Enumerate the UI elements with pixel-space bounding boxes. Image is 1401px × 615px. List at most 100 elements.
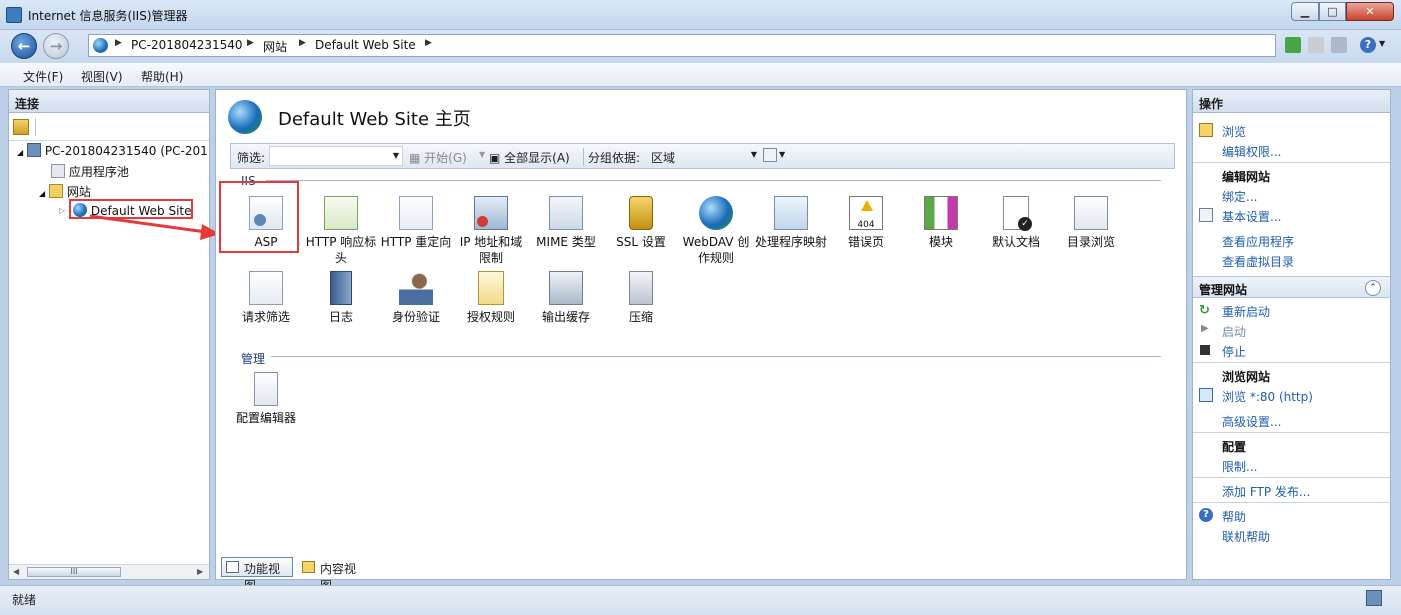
breadcrumb-sites[interactable]: 网站: [263, 38, 287, 55]
filter-input[interactable]: ▼: [269, 146, 403, 166]
action-add-ftp[interactable]: 添加 FTP 发布...: [1222, 483, 1310, 500]
scroll-thumb[interactable]: III: [27, 567, 121, 577]
config-editor-icon: [254, 372, 278, 406]
horizontal-scrollbar[interactable]: ◀ III ▶: [9, 564, 209, 579]
menu-file[interactable]: 文件(F): [23, 68, 63, 85]
action-view-virtual-dirs[interactable]: 查看虚拟目录: [1222, 253, 1294, 270]
chevron-down-icon[interactable]: ▼: [1379, 39, 1385, 48]
iis-app-icon: [6, 7, 22, 23]
close-button[interactable]: ✕: [1346, 2, 1394, 21]
browser-icon: [1199, 388, 1213, 402]
feature-label: MIME 类型: [536, 235, 596, 249]
modules-icon: [924, 196, 958, 230]
action-browse[interactable]: 浏览: [1222, 123, 1246, 140]
tree-item-sites[interactable]: ◢ 网站: [39, 183, 91, 200]
minimize-button[interactable]: ▁: [1291, 2, 1319, 21]
action-advanced-settings[interactable]: 高级设置...: [1222, 413, 1281, 430]
feature-label: SSL 设置: [616, 235, 666, 249]
feature-output-caching[interactable]: 输出缓存: [530, 271, 602, 325]
title-bar: Internet 信息服务(IIS)管理器 ▁ □ ✕: [0, 0, 1401, 30]
status-text: 就绪: [12, 593, 37, 607]
feature-label: WebDAV 创作规则: [682, 235, 750, 265]
network-icon: [1366, 590, 1382, 606]
tab-feature-view[interactable]: 功能视图: [221, 557, 293, 593]
feature-default-document[interactable]: ✓ 默认文档: [980, 196, 1052, 250]
action-basic-settings[interactable]: 基本设置...: [1222, 208, 1281, 225]
menu-help[interactable]: 帮助(H): [141, 68, 183, 85]
start-label: 开始(G): [424, 151, 467, 165]
action-restart[interactable]: 重新启动: [1222, 303, 1270, 320]
forward-button[interactable]: →: [43, 33, 69, 59]
tab-content-view[interactable]: 内容视图: [297, 557, 369, 593]
collapse-icon[interactable]: ⌃: [1365, 280, 1381, 296]
view-tabs: 功能视图 内容视图: [215, 555, 1187, 593]
authorization-icon: [478, 271, 504, 305]
group-browse-site: 浏览网站: [1222, 370, 1271, 384]
show-all-button[interactable]: ▣ 全部显示(A): [489, 149, 570, 166]
feature-authorization-rules[interactable]: 授权规则: [455, 271, 527, 325]
app-pool-icon: [51, 164, 65, 178]
feature-label: IP 地址和域限制: [459, 235, 523, 265]
group-edit-site: 编辑网站: [1222, 170, 1271, 184]
feature-http-headers[interactable]: HTTP 响应标头: [305, 196, 377, 266]
action-start[interactable]: 启动: [1222, 323, 1246, 340]
feature-directory-browsing[interactable]: 目录浏览: [1055, 196, 1127, 250]
breadcrumb-server[interactable]: PC-201804231540: [131, 38, 243, 52]
breadcrumb-site[interactable]: Default Web Site: [315, 38, 416, 52]
settings-icon: [1199, 208, 1213, 222]
feature-label: HTTP 响应标头: [305, 235, 377, 265]
help-icon: ?: [1199, 508, 1213, 522]
start-button[interactable]: ▦ 开始(G): [409, 149, 467, 166]
tree-item-apppools[interactable]: 应用程序池: [51, 163, 129, 180]
refresh-icon[interactable]: [1285, 37, 1301, 53]
feature-compression[interactable]: 压缩: [605, 271, 677, 325]
connections-panel: 连接 ◢ PC-201804231540 (PC-201 应用程序池 ◢ 网站 …: [8, 89, 210, 580]
address-bar[interactable]: ▶ PC-201804231540 ▶ 网站 ▶ Default Web Sit…: [88, 34, 1276, 57]
tree-label-sites: 网站: [66, 185, 91, 199]
tree-item-server[interactable]: ◢ PC-201804231540 (PC-201: [17, 143, 208, 158]
groupby-select[interactable]: 区域 ▼: [647, 146, 759, 166]
handler-icon: [774, 196, 808, 230]
restart-icon: ↻: [1199, 303, 1210, 318]
feature-modules[interactable]: 模块: [905, 196, 977, 250]
action-browse-80[interactable]: 浏览 *:80 (http): [1222, 388, 1313, 405]
tree-item-default-site[interactable]: ▷: [59, 202, 65, 216]
feature-ssl[interactable]: SSL 设置: [605, 196, 677, 250]
feature-config-editor[interactable]: 配置编辑器: [230, 372, 302, 426]
view-icon[interactable]: [763, 148, 777, 162]
annotation-arrow: [89, 214, 220, 240]
globe-icon: [228, 100, 262, 134]
feature-mime-types[interactable]: MIME 类型: [530, 196, 602, 250]
chevron-down-icon[interactable]: ▼: [479, 150, 485, 159]
back-button[interactable]: ←: [11, 33, 37, 59]
ip-restrict-icon: [474, 196, 508, 230]
feature-error-pages[interactable]: 404 错误页: [830, 196, 902, 250]
feature-ip-restrictions[interactable]: IP 地址和域限制: [455, 196, 527, 266]
action-online-help[interactable]: 联机帮助: [1222, 528, 1270, 545]
menu-view[interactable]: 视图(V): [81, 68, 123, 85]
chevron-down-icon[interactable]: ▼: [779, 150, 785, 159]
action-stop[interactable]: 停止: [1222, 343, 1246, 360]
action-view-applications[interactable]: 查看应用程序: [1222, 233, 1294, 250]
globe-icon: [93, 38, 108, 53]
action-bindings[interactable]: 绑定...: [1222, 188, 1257, 205]
feature-webdav[interactable]: WebDAV 创作规则: [680, 196, 752, 266]
action-help[interactable]: 帮助: [1222, 508, 1246, 525]
feature-request-filtering[interactable]: 请求筛选: [230, 271, 302, 325]
action-edit-permissions[interactable]: 编辑权限...: [1222, 143, 1281, 160]
feature-handler-mappings[interactable]: 处理程序映射: [755, 196, 827, 250]
home-icon[interactable]: [1331, 37, 1347, 53]
connect-icon[interactable]: [13, 119, 29, 135]
groupby-value: 区域: [651, 151, 676, 165]
feature-logging[interactable]: 日志: [305, 271, 377, 325]
stop-icon[interactable]: [1308, 37, 1324, 53]
chevron-right-icon: ▶: [115, 38, 122, 48]
feature-label: 目录浏览: [1066, 235, 1115, 249]
feature-authentication[interactable]: 身份验证: [380, 271, 452, 325]
action-limits[interactable]: 限制...: [1222, 458, 1257, 475]
manage-site-header[interactable]: 管理网站 ⌃: [1193, 276, 1390, 298]
maximize-button[interactable]: □: [1319, 2, 1346, 21]
feature-http-redirect[interactable]: HTTP 重定向: [380, 196, 452, 250]
help-icon[interactable]: ?: [1360, 37, 1376, 53]
mime-icon: [549, 196, 583, 230]
